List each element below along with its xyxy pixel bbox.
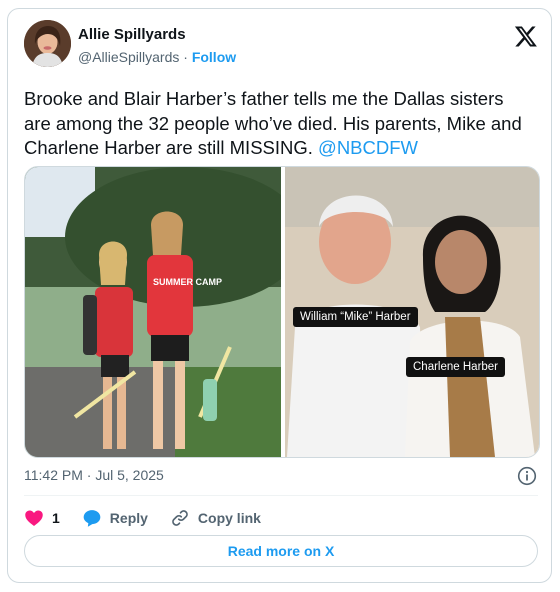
like-button[interactable]: 1 <box>24 508 60 528</box>
reply-button[interactable]: Reply <box>82 508 148 528</box>
author-handle-row: @AllieSpillyards · Follow <box>78 49 236 65</box>
copy-link-button[interactable]: Copy link <box>170 508 261 528</box>
info-icon[interactable] <box>517 466 537 486</box>
link-icon <box>172 510 188 526</box>
tweet-body: Brooke and Blair Harber’s father tells m… <box>24 88 522 158</box>
mention-link[interactable]: @NBCDFW <box>318 137 418 158</box>
copy-link-label: Copy link <box>197 510 261 526</box>
separator-dot: · <box>183 49 188 65</box>
label-william-mike-harber: William “Mike” Harber <box>293 307 418 327</box>
reply-bubble-icon <box>83 510 101 527</box>
avatar[interactable] <box>24 20 71 67</box>
timestamp[interactable]: 11:42 PM · Jul 5, 2025 <box>24 467 164 483</box>
reply-label: Reply <box>109 510 148 526</box>
follow-button[interactable]: Follow <box>192 49 236 65</box>
read-more-button[interactable]: Read more on X <box>24 535 538 567</box>
label-charlene-harber: Charlene Harber <box>406 357 506 377</box>
photo-sisters[interactable]: SUMMER CAMP <box>25 167 305 457</box>
author-handle[interactable]: @AllieSpillyards <box>78 49 179 65</box>
heart-icon <box>25 510 43 526</box>
tweet-media[interactable]: SUMMER CAMP William “Mike” Harber Charle… <box>24 166 540 458</box>
divider <box>24 495 538 496</box>
shirt-text: SUMMER CAMP <box>153 277 222 287</box>
action-bar: 1 Reply Copy link <box>24 506 283 530</box>
tweet-text: Brooke and Blair Harber’s father tells m… <box>24 87 534 161</box>
author-name[interactable]: Allie Spillyards <box>78 26 186 43</box>
x-logo-icon[interactable] <box>514 24 538 48</box>
like-count: 1 <box>52 510 60 526</box>
tweet-card: Allie Spillyards @AllieSpillyards · Foll… <box>7 8 552 583</box>
